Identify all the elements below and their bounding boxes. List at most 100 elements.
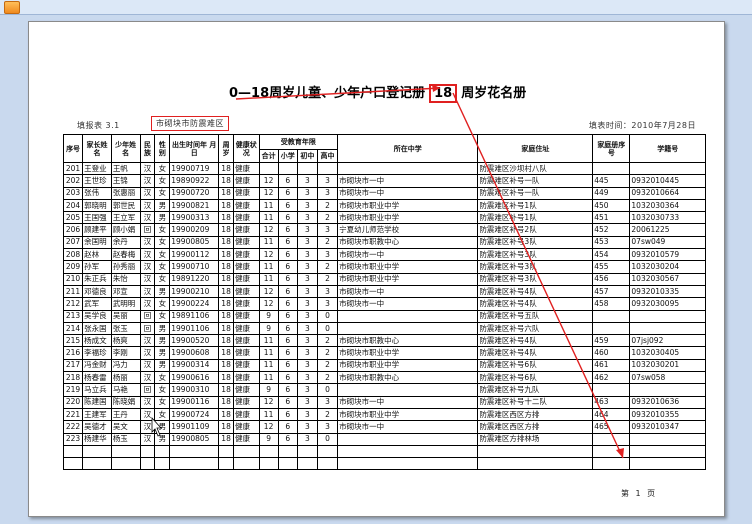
table-cell[interactable]: 19900209 <box>169 223 220 237</box>
table-cell[interactable]: 0932010355 <box>629 407 706 422</box>
table-cell[interactable]: 李福珍 <box>82 346 112 360</box>
table-cell[interactable]: 女 <box>154 407 171 422</box>
table-cell[interactable]: 防震难区补号3队 <box>477 272 594 286</box>
table-cell[interactable]: 6 <box>277 284 298 299</box>
table-cell[interactable]: 6 <box>277 174 298 188</box>
table-cell[interactable] <box>477 444 594 459</box>
table-cell[interactable]: 防震难区补号六队 <box>477 321 594 336</box>
table-cell[interactable]: 市砌块市一中 <box>337 174 479 188</box>
table-cell[interactable]: 汉 <box>139 174 156 188</box>
table-cell[interactable]: 健康 <box>233 346 260 360</box>
table-cell[interactable]: 马立兵 <box>82 383 112 397</box>
table-cell[interactable]: 461 <box>592 358 631 373</box>
table-cell[interactable]: 杨丽 <box>110 371 141 385</box>
table-cell[interactable]: 李刚 <box>110 346 141 360</box>
table-cell[interactable]: 6 <box>277 223 298 237</box>
table-cell[interactable] <box>233 457 260 471</box>
table-cell[interactable]: 健康 <box>233 211 260 225</box>
table-cell[interactable]: 6 <box>277 309 298 323</box>
table-cell[interactable] <box>629 321 706 336</box>
table-cell[interactable]: 3 <box>316 297 339 311</box>
table-cell[interactable] <box>316 444 339 459</box>
table-cell[interactable]: 6 <box>277 420 298 434</box>
table-cell[interactable]: 张伟 <box>82 186 112 200</box>
table-cell[interactable]: 3 <box>316 248 339 262</box>
table-cell[interactable]: 3 <box>296 420 318 434</box>
table-cell[interactable]: 9 <box>258 321 279 336</box>
table-cell[interactable]: 3 <box>296 346 318 360</box>
table-cell[interactable]: 19900720 <box>169 186 220 200</box>
table-cell[interactable]: 回 <box>139 223 156 237</box>
table-cell[interactable]: 防震难区补号2队 <box>477 223 594 237</box>
table-cell[interactable]: 健康 <box>233 371 260 385</box>
table-cell[interactable]: 回 <box>139 383 156 397</box>
table-cell[interactable]: 18 <box>218 297 235 311</box>
table-cell[interactable]: 市砌块市职业中学 <box>337 260 479 274</box>
table-cell[interactable]: 健康 <box>233 223 260 237</box>
table-cell[interactable]: 健康 <box>233 420 260 434</box>
table-cell[interactable]: 男 <box>154 346 171 360</box>
table-cell[interactable] <box>110 444 141 459</box>
table-cell[interactable]: 18 <box>218 309 235 323</box>
table-cell[interactable]: 18 <box>218 420 235 434</box>
table-cell[interactable]: 3 <box>296 297 318 311</box>
table-cell[interactable]: 市砌块市职业中学 <box>337 198 479 213</box>
table-cell[interactable]: 杨建华 <box>82 432 112 446</box>
table-cell[interactable] <box>233 444 260 459</box>
table-cell[interactable]: 3 <box>296 284 318 299</box>
table-cell[interactable]: 孙秀丽 <box>110 260 141 274</box>
table-cell[interactable]: 3 <box>296 321 318 336</box>
table-cell[interactable]: 6 <box>277 383 298 397</box>
table-cell[interactable]: 19900608 <box>169 346 220 360</box>
table-cell[interactable]: 武明明 <box>110 297 141 311</box>
table-cell[interactable]: 王世珍 <box>82 174 112 188</box>
table-cell[interactable] <box>277 457 298 471</box>
table-cell[interactable]: 19900520 <box>169 334 220 348</box>
table-cell[interactable]: 市砌块市一中 <box>337 284 479 299</box>
table-cell[interactable]: 19900210 <box>169 284 220 299</box>
table-cell[interactable]: 18 <box>218 161 235 176</box>
table-cell[interactable]: 204 <box>62 198 84 213</box>
table-cell[interactable]: 冯金财 <box>82 358 112 373</box>
table-cell[interactable]: 汉 <box>139 420 156 434</box>
table-cell[interactable]: 19900616 <box>169 371 220 385</box>
table-cell[interactable]: 健康 <box>233 198 260 213</box>
table-cell[interactable]: 健康 <box>233 174 260 188</box>
table-cell[interactable]: 218 <box>62 371 84 385</box>
table-cell[interactable]: 防震难区补号3队 <box>477 248 594 262</box>
table-cell[interactable]: 吴丽 <box>110 309 141 323</box>
table-cell[interactable] <box>477 457 594 471</box>
table-cell[interactable] <box>629 161 706 176</box>
table-cell[interactable]: 208 <box>62 248 84 262</box>
table-cell[interactable]: 男 <box>154 420 171 434</box>
table-cell[interactable]: 男 <box>154 432 171 446</box>
table-cell[interactable]: 郭世民 <box>110 198 141 213</box>
table-cell[interactable]: 19900313 <box>169 211 220 225</box>
table-cell[interactable]: 18 <box>218 358 235 373</box>
table-cell[interactable] <box>592 161 631 176</box>
table-cell[interactable]: 3 <box>316 420 339 434</box>
table-cell[interactable]: 赵林 <box>82 248 112 262</box>
table-cell[interactable]: 11 <box>258 235 279 250</box>
table-cell[interactable]: 449 <box>592 186 631 200</box>
table-cell[interactable]: 211 <box>62 284 84 299</box>
table-cell[interactable]: 1032030204 <box>629 260 706 274</box>
table-cell[interactable]: 206 <box>62 223 84 237</box>
table-cell[interactable]: 女 <box>154 272 171 286</box>
table-cell[interactable]: 杨爽 <box>110 334 141 348</box>
table-cell[interactable]: 3 <box>296 211 318 225</box>
table-cell[interactable]: 赵春梅 <box>110 248 141 262</box>
table-cell[interactable]: 防震难区补号4队 <box>477 284 594 299</box>
table-cell[interactable]: 余丹 <box>110 235 141 250</box>
table-cell[interactable]: 王锦 <box>110 174 141 188</box>
table-cell[interactable]: 健康 <box>233 407 260 422</box>
table-cell[interactable] <box>296 444 318 459</box>
table-cell[interactable]: 0932010347 <box>629 420 706 434</box>
table-cell[interactable]: 19900710 <box>169 260 220 274</box>
table-cell[interactable]: 6 <box>277 432 298 446</box>
table-cell[interactable]: 邓宣 <box>110 284 141 299</box>
table-cell[interactable]: 杨成文 <box>82 334 112 348</box>
table-cell[interactable] <box>592 383 631 397</box>
table-cell[interactable]: 205 <box>62 211 84 225</box>
table-cell[interactable] <box>337 321 479 336</box>
